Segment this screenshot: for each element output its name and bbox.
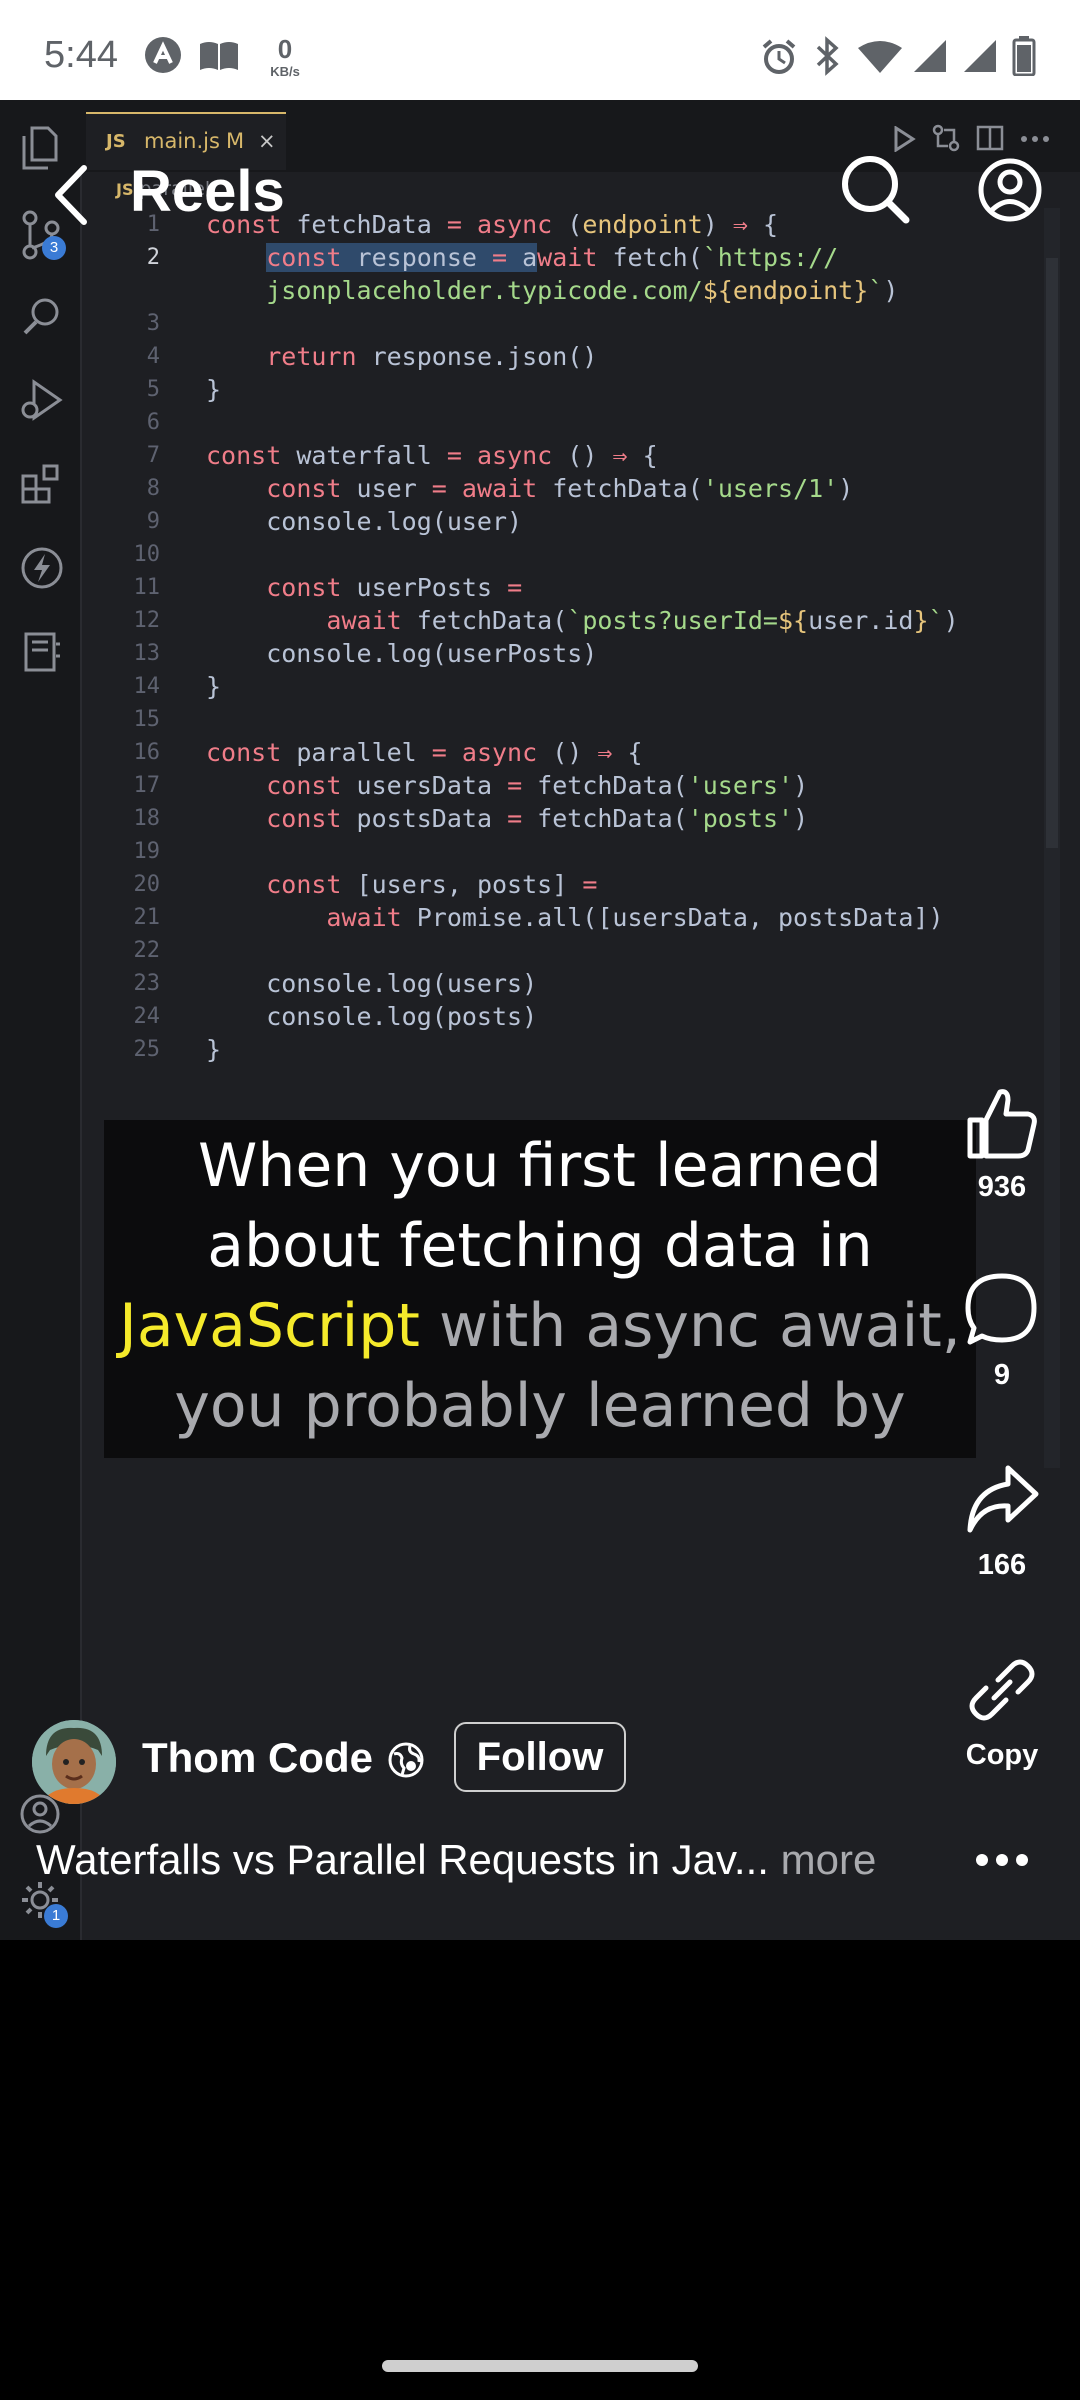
bluetooth-icon [816,36,839,76]
network-speed: 0 KB/s [262,36,308,78]
reels-header: Reels [0,100,1080,280]
code-line: 20 const [users, posts] = [133,870,598,899]
code-line: 24 console.log(posts) [133,1002,538,1031]
globe-icon [388,1742,424,1778]
network-speed-value: 0 [277,34,293,64]
thumbs-up-icon [967,1089,1037,1159]
phone-screen: 5:44 0 KB/s 3 JS main.js M × JS parallel… [0,0,1080,2400]
book-icon [200,42,238,70]
signal-icon-1 [914,40,946,72]
code-line: 3 [146,311,160,336]
search-icon [842,156,910,224]
copy-link-button[interactable]: Copy [942,1650,1062,1772]
wifi-icon [858,41,902,73]
code-line: 23 console.log(users) [133,969,538,998]
link-icon [969,1659,1035,1721]
code-line: 21 await Promise.all([usersData, postsDa… [133,903,944,932]
share-button[interactable]: 166 [942,1460,1062,1582]
page-title: Reels [130,159,285,224]
editor-scroll-thumb [1046,258,1058,848]
more-options-button[interactable] [972,1840,1032,1880]
home-indicator[interactable] [382,2360,698,2372]
code-line: 17 const usersData = fetchData('users') [133,771,809,800]
code-line: 12 await fetchData(`posts?userId=${user.… [133,606,959,635]
caption-line-1: When you first learned [198,1131,882,1201]
caption-line-3: JavaScript with async await, [104,1286,976,1366]
post-description[interactable]: Waterfalls vs Parallel Requests in Jav..… [36,1836,876,1884]
settings-badge: 1 [44,1904,68,1928]
code-line: 5} [146,375,222,404]
code-line: 6 [146,410,160,435]
lightning-icon [21,547,63,589]
like-button[interactable]: 936 [942,1082,1062,1204]
code-line: 9 console.log(user) [146,507,523,536]
extensions-icon [21,464,59,504]
code-line: 7 const waterfall = async () ⇒ { [146,441,658,470]
follow-button[interactable]: Follow [454,1722,626,1792]
like-count: 936 [977,1171,1027,1203]
code-line: 16 const parallel = async () ⇒ { [133,738,643,767]
comment-icon [965,1273,1037,1345]
code-editor: 1 const fetchData = async (endpoint) ⇒ { … [80,208,1040,1066]
signal-icon-2 [964,40,996,72]
code-line: 15 [133,707,161,732]
settings-icon: 1 [18,1878,70,1930]
author-name[interactable]: Thom Code [142,1734,373,1782]
caption-line-2: about fetching data in [207,1211,873,1281]
editor-activity-bar: 3 [0,100,82,1940]
code-line: 8 const user = await fetchData('users/1'… [146,474,854,503]
caption-line-3-rest: with async await, [419,1291,961,1361]
run-debug-icon [21,379,63,421]
share-icon [967,1465,1039,1533]
network-speed-unit: KB/s [270,64,300,79]
battery-icon [1012,36,1036,76]
share-count: 166 [977,1549,1027,1581]
code-line: 4 return response.json() [146,342,598,371]
code-line: 10 [133,542,161,567]
profile-icon [978,158,1042,222]
status-time: 5:44 [44,34,118,76]
code-line: 19 [133,839,161,864]
code-line: 14} [133,672,222,701]
copy-label: Copy [965,1739,1039,1771]
comment-button[interactable]: 9 [942,1270,1062,1392]
comment-count: 9 [993,1359,1011,1391]
account-icon [20,1794,60,1834]
vpn-icon [145,37,181,73]
more-link[interactable]: more [769,1836,877,1883]
profile-button[interactable] [970,150,1050,230]
chevron-left-icon [55,165,87,225]
caption-highlight: JavaScript [119,1291,420,1361]
code-line: 13 console.log(userPosts) [133,639,598,668]
notebook-icon [24,632,60,672]
code-line: 11 const userPosts = [133,573,523,602]
description-text: Waterfalls vs Parallel Requests in Jav..… [36,1836,769,1883]
reel-video[interactable]: 3 JS main.js M × JS parallel 1 const fet… [0,100,1080,1940]
alarm-icon [762,39,796,74]
search-button[interactable] [836,150,916,230]
code-line: 25} [133,1035,222,1064]
more-horizontal-icon [976,1854,1028,1866]
back-button[interactable] [44,160,104,230]
code-line: 18 const postsData = fetchData('posts') [133,804,809,833]
search-panel-icon [23,298,59,335]
caption-line-4: you probably learned by [174,1371,906,1441]
status-bar: 5:44 0 KB/s [0,0,1080,100]
code-line: 22 [133,938,161,963]
video-caption: When you first learned about fetching da… [104,1120,976,1458]
